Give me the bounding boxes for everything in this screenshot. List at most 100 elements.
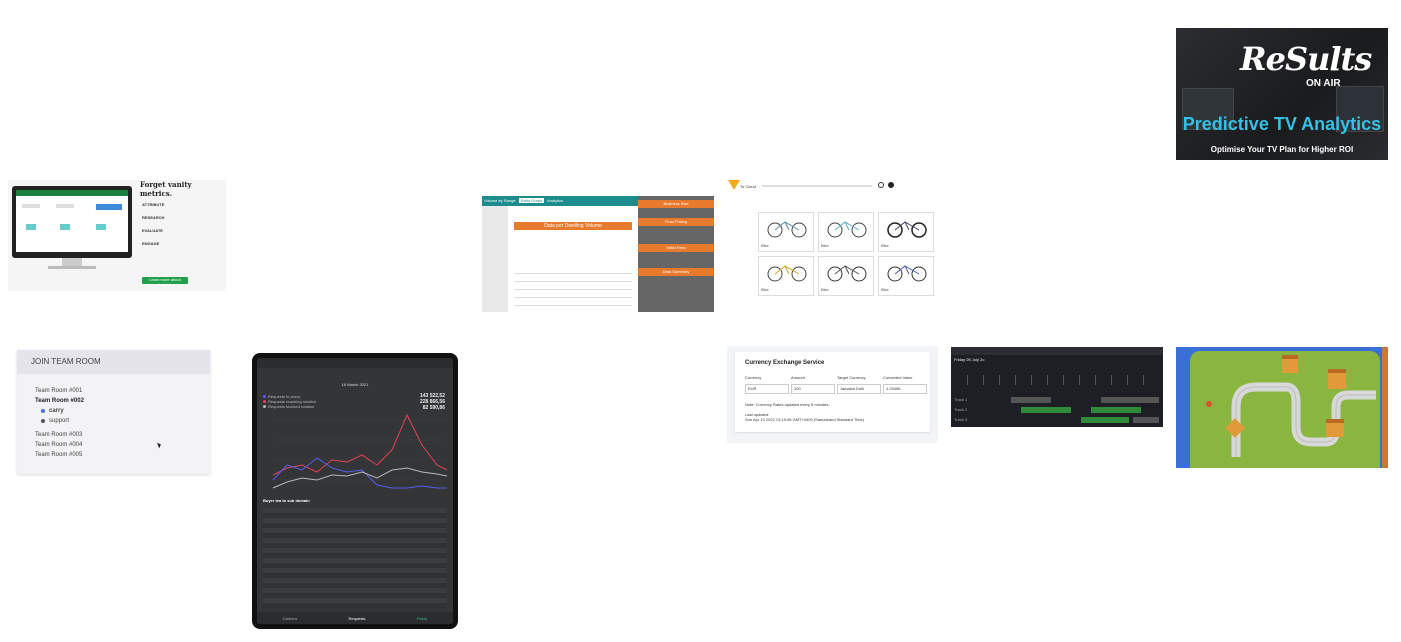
track-label: Track 1: [954, 397, 968, 402]
panel-title: Data per Dwelling Volume: [514, 222, 632, 230]
last-updated-value: Sun Apr 10 2022 13:19:08 GMT+0400 (Samar…: [745, 417, 865, 422]
currency-title: Currency Exchange Service: [745, 360, 825, 366]
tablet-screen: 16 March 2021 Requests to proxy Requests…: [257, 358, 453, 624]
vanity-feature: EVALUATE: [142, 228, 163, 233]
tv-subtitle: Optimise Your TV Plan for Higher ROI: [1210, 145, 1354, 154]
vanity-metrics-thumbnail[interactable]: Forget vanity metrics. ATTRIBUTE RESEARC…: [8, 180, 226, 291]
monitor-block: [22, 204, 40, 208]
monitor-topbar: [16, 190, 128, 196]
character-icon[interactable]: [1206, 401, 1212, 407]
vanity-feature: ATTRIBUTE: [142, 202, 165, 207]
dashboard-side-panel: Business Size Final Pricing Initial Fees…: [638, 196, 714, 312]
house-icon: [1282, 355, 1298, 373]
monitor-base: [48, 266, 96, 269]
monitor-display: [16, 190, 128, 252]
form-lines: [514, 266, 632, 306]
dashboard-main-panel: Data per Dwelling Volume: [508, 206, 638, 312]
monitor-stand: [62, 258, 82, 266]
nav-bar: [762, 185, 872, 187]
bike-name: Bike: [821, 243, 829, 248]
bike-name: Bike: [881, 287, 889, 292]
vanity-cta-button[interactable]: Learn more about Insights: [142, 277, 188, 287]
tab-proxy[interactable]: Proxy: [417, 616, 427, 621]
team-room-item[interactable]: Team Room #005: [35, 450, 210, 460]
label-amount: Amount: [791, 375, 805, 380]
bike-name: Bike: [761, 287, 769, 292]
bike-icon: [827, 221, 867, 238]
event-block[interactable]: [1133, 417, 1159, 423]
tablet-analytics-thumbnail[interactable]: 16 March 2021 Requests to proxy Requests…: [252, 353, 458, 629]
search-icon[interactable]: [878, 182, 884, 188]
tab-volume[interactable]: Volume by Range: [484, 198, 516, 203]
amount-input[interactable]: 100: [791, 384, 835, 394]
team-room-item[interactable]: Team Room #001: [35, 386, 210, 396]
member-name: support: [49, 418, 70, 424]
bike-name: Bike: [761, 243, 769, 248]
vanity-feature: RESEARCH: [142, 215, 165, 220]
track-label: Track 3: [954, 417, 968, 422]
team-room-thumbnail[interactable]: JOIN TEAM ROOM Team Room #001 Team Room …: [17, 350, 210, 474]
monitor-block: [56, 204, 74, 208]
team-room-item[interactable]: Team Room #004: [35, 440, 210, 450]
bike-card[interactable]: Bike: [758, 212, 814, 252]
bike-name: Bike: [881, 243, 889, 248]
currency-select[interactable]: EUR: [745, 384, 789, 394]
event-block[interactable]: [1091, 407, 1141, 413]
house-icon: [1326, 419, 1344, 437]
tv-title: Predictive TV Analytics: [1182, 114, 1382, 134]
label-converted: Converted Value: [883, 375, 913, 380]
tv-analytics-thumbnail[interactable]: ReSults ON AIR Predictive TV Analytics O…: [1176, 28, 1388, 160]
bike-card[interactable]: Bike: [758, 256, 814, 296]
event-block[interactable]: [1021, 407, 1071, 413]
currency-exchange-thumbnail[interactable]: Currency Exchange Service Currency Amoun…: [727, 346, 938, 443]
schedule-thumbnail[interactable]: Friday 05 July 2o Track 1 Track 2 Track …: [951, 347, 1163, 427]
bike-card[interactable]: Bike: [818, 212, 874, 252]
legend-label: Requests blocked rotation: [268, 404, 315, 409]
monitor-screen: [12, 186, 132, 258]
team-room-item-selected[interactable]: Team Room #002: [35, 396, 210, 406]
team-room-item[interactable]: Team Room #003: [35, 430, 210, 440]
member-dot-icon: [41, 419, 45, 423]
legend-dot-icon: [263, 400, 266, 403]
team-room-header: JOIN TEAM ROOM: [17, 350, 210, 374]
schedule-title: Friday 05 July 2o: [954, 357, 985, 362]
event-block[interactable]: [1081, 417, 1129, 423]
tab-analytics[interactable]: Analytics: [547, 198, 563, 203]
member-dot-icon: [41, 409, 45, 413]
house-icon: [1328, 369, 1346, 389]
side-header-pricing: Final Pricing: [638, 218, 714, 226]
monitor-block: [26, 224, 36, 230]
game-map-thumbnail[interactable]: [1176, 347, 1388, 468]
bike-icon: [887, 221, 927, 238]
label-currency: Currency: [745, 375, 762, 380]
legend-dot-icon: [263, 395, 266, 398]
bike-card[interactable]: Bike: [878, 212, 934, 252]
monitor-block: [96, 224, 106, 230]
tab-camera[interactable]: Camera: [283, 616, 297, 621]
label-target: Target Currency: [837, 375, 866, 380]
time-ruler: [967, 375, 1159, 385]
tablet-date: 16 March 2021: [341, 382, 369, 387]
brand-name: To Cloud: [740, 184, 756, 189]
table-title: Buyer tea to sub domain: [263, 498, 310, 503]
event-block[interactable]: [1011, 397, 1051, 403]
series-gray-line: [272, 467, 448, 489]
vanity-heading: Forget vanity metrics.: [140, 180, 192, 198]
tab-requests[interactable]: Requests: [349, 616, 366, 621]
brand-logo-icon: [728, 180, 740, 190]
monitor-block: [60, 224, 70, 230]
bike-card[interactable]: Bike: [878, 256, 934, 296]
track-label: Track 2: [954, 407, 968, 412]
tab-ratio[interactable]: Ratio Graph: [518, 198, 545, 203]
bike-icon: [887, 265, 927, 282]
rates-note: Note: Currency Rates updated every 5 min…: [745, 402, 830, 407]
legend-dot-icon: [263, 405, 266, 408]
bike-shop-thumbnail[interactable]: To Cloud Bike Bike Bike Bike Bike Bike: [726, 178, 938, 300]
schedule-topbar: [951, 347, 1163, 355]
target-currency-select[interactable]: Jamaica Dolli: [837, 384, 881, 394]
bike-name: Bike: [821, 287, 829, 292]
volume-dashboard-thumbnail[interactable]: Volume by Range Ratio Graph Analytics Da…: [482, 196, 714, 312]
event-block[interactable]: [1101, 397, 1159, 403]
bike-card[interactable]: Bike: [818, 256, 874, 296]
cart-icon[interactable]: [888, 182, 894, 188]
